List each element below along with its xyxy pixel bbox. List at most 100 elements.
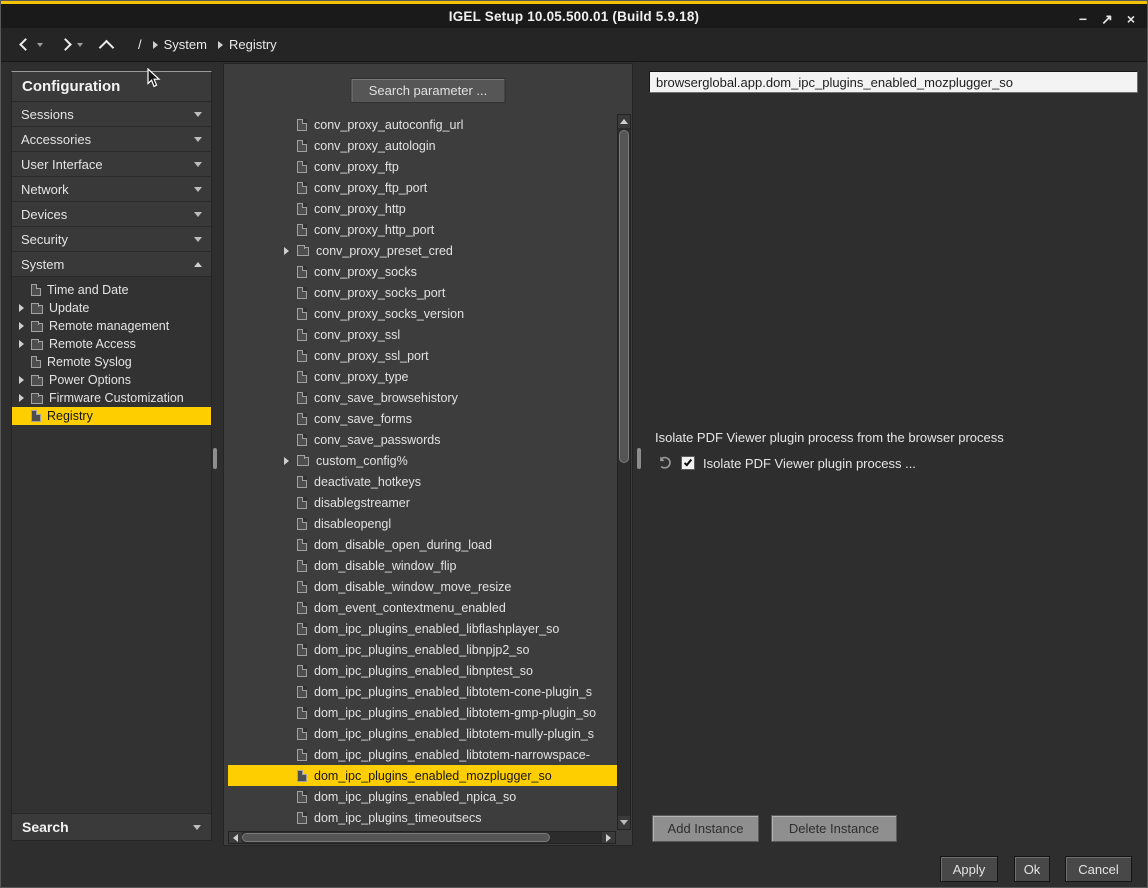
sidebar-splitter-handle[interactable] bbox=[213, 448, 217, 469]
vertical-scrollbar-thumb[interactable] bbox=[619, 130, 629, 463]
registry-row-dom-ipc-plugins-enabled-npica-so[interactable]: dom_ipc_plugins_enabled_npica_so bbox=[228, 786, 619, 807]
registry-row-dom-ipc-plugins-enabled-libnptest-so[interactable]: dom_ipc_plugins_enabled_libnptest_so bbox=[228, 660, 619, 681]
registry-row-dom-ipc-plugins-enabled-mozplugger-so[interactable]: dom_ipc_plugins_enabled_mozplugger_so bbox=[228, 765, 619, 786]
parameter-icon bbox=[297, 371, 307, 383]
registry-row-conv-proxy-socks[interactable]: conv_proxy_socks bbox=[228, 261, 619, 282]
parameter-name-field[interactable] bbox=[649, 71, 1138, 93]
sidebar-item-security[interactable]: Security bbox=[12, 227, 211, 252]
delete-instance-button[interactable]: Delete Instance bbox=[771, 815, 897, 842]
tree-item-remote-syslog[interactable]: Remote Syslog bbox=[12, 353, 211, 371]
breadcrumb-system[interactable]: System bbox=[153, 37, 207, 52]
horizontal-scrollbar[interactable] bbox=[228, 831, 616, 844]
add-instance-button[interactable]: Add Instance bbox=[652, 815, 759, 842]
registry-row-conv-proxy-autoconfig-url[interactable]: conv_proxy_autoconfig_url bbox=[228, 114, 619, 135]
folder-icon bbox=[31, 305, 43, 314]
scroll-up-button[interactable] bbox=[618, 115, 630, 128]
tree-item-remote-management[interactable]: Remote management bbox=[12, 317, 211, 335]
registry-row-dom-event-contextmenu-enabled[interactable]: dom_event_contextmenu_enabled bbox=[228, 597, 619, 618]
breadcrumb-arrow-icon bbox=[153, 41, 158, 49]
cancel-button[interactable]: Cancel bbox=[1065, 856, 1132, 882]
registry-row-dom-ipc-plugins-enabled-libflashplayer-so[interactable]: dom_ipc_plugins_enabled_libflashplayer_s… bbox=[228, 618, 619, 639]
up-button[interactable] bbox=[101, 39, 112, 50]
registry-row-conv-proxy-ftp[interactable]: conv_proxy_ftp bbox=[228, 156, 619, 177]
scroll-right-button[interactable] bbox=[602, 832, 615, 843]
registry-row-disablegstreamer[interactable]: disablegstreamer bbox=[228, 492, 619, 513]
sidebar-item-sessions[interactable]: Sessions bbox=[12, 102, 211, 127]
forward-dropdown-icon[interactable] bbox=[77, 43, 83, 47]
registry-row-conv-proxy-type[interactable]: conv_proxy_type bbox=[228, 366, 619, 387]
close-button[interactable]: × bbox=[1127, 12, 1135, 26]
vertical-scrollbar[interactable] bbox=[617, 114, 631, 830]
sidebar-item-devices[interactable]: Devices bbox=[12, 202, 211, 227]
registry-row-dom-ipc-plugins-enabled-libtotem-mully-plugin-s[interactable]: dom_ipc_plugins_enabled_libtotem-mully-p… bbox=[228, 723, 619, 744]
registry-row-conv-proxy-socks-version[interactable]: conv_proxy_socks_version bbox=[228, 303, 619, 324]
expand-arrow-icon[interactable] bbox=[19, 376, 24, 384]
registry-row-dom-ipc-plugins-enabled-libtotem-cone-plugin-s[interactable]: dom_ipc_plugins_enabled_libtotem-cone-pl… bbox=[228, 681, 619, 702]
chevron-left-icon bbox=[19, 38, 32, 51]
registry-row-dom-disable-window-flip[interactable]: dom_disable_window_flip bbox=[228, 555, 619, 576]
registry-row-dom-ipc-plugins-enabled-libtotem-gmp-plugin-so[interactable]: dom_ipc_plugins_enabled_libtotem-gmp-plu… bbox=[228, 702, 619, 723]
reset-to-default-icon[interactable] bbox=[657, 456, 673, 471]
tree-item-registry[interactable]: Registry bbox=[12, 407, 211, 425]
sidebar-item-accessories[interactable]: Accessories bbox=[12, 127, 211, 152]
registry-row-label: conv_proxy_http_port bbox=[314, 223, 434, 237]
registry-row-conv-proxy-http[interactable]: conv_proxy_http bbox=[228, 198, 619, 219]
restore-button[interactable]: ↗ bbox=[1101, 12, 1113, 26]
sidebar-item-user-interface[interactable]: User Interface bbox=[12, 152, 211, 177]
registry-row-conv-save-browsehistory[interactable]: conv_save_browsehistory bbox=[228, 387, 619, 408]
titlebar[interactable]: IGEL Setup 10.05.500.01 (Build 5.9.18) −… bbox=[1, 4, 1147, 28]
isolate-pdf-checkbox[interactable] bbox=[681, 456, 695, 470]
registry-row-dom-ipc-plugins-timeoutsecs[interactable]: dom_ipc_plugins_timeoutsecs bbox=[228, 807, 619, 828]
apply-button[interactable]: Apply bbox=[940, 856, 998, 882]
forward-button[interactable] bbox=[61, 40, 83, 49]
registry-row-conv-proxy-autologin[interactable]: conv_proxy_autologin bbox=[228, 135, 619, 156]
expand-arrow-icon[interactable] bbox=[19, 340, 24, 348]
expand-arrow-icon[interactable] bbox=[19, 304, 24, 312]
sidebar-item-system[interactable]: System bbox=[12, 252, 211, 277]
minimize-button[interactable]: − bbox=[1079, 12, 1087, 26]
sidebar-item-network[interactable]: Network bbox=[12, 177, 211, 202]
expander-slot bbox=[284, 247, 297, 255]
registry-row-dom-disable-open-during-load[interactable]: dom_disable_open_during_load bbox=[228, 534, 619, 555]
registry-row-conv-proxy-http-port[interactable]: conv_proxy_http_port bbox=[228, 219, 619, 240]
registry-row-conv-proxy-ssl-port[interactable]: conv_proxy_ssl_port bbox=[228, 345, 619, 366]
expander-slot bbox=[284, 457, 297, 465]
registry-row-conv-proxy-ftp-port[interactable]: conv_proxy_ftp_port bbox=[228, 177, 619, 198]
ok-button[interactable]: Ok bbox=[1014, 856, 1050, 882]
breadcrumb-registry[interactable]: Registry bbox=[218, 37, 277, 52]
registry-row-deactivate-hotkeys[interactable]: deactivate_hotkeys bbox=[228, 471, 619, 492]
registry-row-label: deactivate_hotkeys bbox=[314, 475, 421, 489]
registry-row-conv-proxy-preset-cred[interactable]: conv_proxy_preset_cred bbox=[228, 240, 619, 261]
tree-item-firmware-customization[interactable]: Firmware Customization bbox=[12, 389, 211, 407]
registry-row-dom-disable-window-move-resize[interactable]: dom_disable_window_move_resize bbox=[228, 576, 619, 597]
back-button[interactable] bbox=[19, 40, 43, 49]
registry-row-conv-proxy-ssl[interactable]: conv_proxy_ssl bbox=[228, 324, 619, 345]
tree-item-remote-access[interactable]: Remote Access bbox=[12, 335, 211, 353]
scroll-down-button[interactable] bbox=[618, 816, 630, 829]
registry-row-dom-ipc-plugins-enabled-libtotem-narrowspace[interactable]: dom_ipc_plugins_enabled_libtotem-narrows… bbox=[228, 744, 619, 765]
parameter-checkbox-row: Isolate PDF Viewer plugin process ... bbox=[657, 454, 916, 472]
expand-arrow-icon[interactable] bbox=[284, 247, 289, 255]
parameter-icon bbox=[297, 329, 307, 341]
panel-splitter-handle[interactable] bbox=[637, 448, 641, 469]
registry-row-label: dom_ipc_plugins_enabled_mozplugger_so bbox=[314, 769, 552, 783]
registry-row-dom-ipc-plugins-enabled-libnpjp2-so[interactable]: dom_ipc_plugins_enabled_libnpjp2_so bbox=[228, 639, 619, 660]
expand-arrow-icon[interactable] bbox=[284, 457, 289, 465]
tree-item-update[interactable]: Update bbox=[12, 299, 211, 317]
sidebar-search[interactable]: Search bbox=[12, 813, 211, 840]
back-dropdown-icon[interactable] bbox=[37, 43, 43, 47]
registry-row-disableopengl[interactable]: disableopengl bbox=[228, 513, 619, 534]
tree-item-power-options[interactable]: Power Options bbox=[12, 371, 211, 389]
registry-row-conv-proxy-socks-port[interactable]: conv_proxy_socks_port bbox=[228, 282, 619, 303]
registry-row-conv-save-passwords[interactable]: conv_save_passwords bbox=[228, 429, 619, 450]
expand-arrow-icon[interactable] bbox=[19, 394, 24, 402]
horizontal-scrollbar-thumb[interactable] bbox=[242, 833, 550, 842]
registry-row-label: conv_save_browsehistory bbox=[314, 391, 458, 405]
tree-item-time-and-date[interactable]: Time and Date bbox=[12, 281, 211, 299]
expand-arrow-icon[interactable] bbox=[19, 322, 24, 330]
registry-row-custom-config[interactable]: custom_config% bbox=[228, 450, 619, 471]
scroll-left-button[interactable] bbox=[229, 832, 242, 843]
registry-row-conv-save-forms[interactable]: conv_save_forms bbox=[228, 408, 619, 429]
navigation-bar: / System Registry bbox=[1, 28, 1147, 62]
search-parameter-button[interactable]: Search parameter ... bbox=[351, 78, 506, 103]
